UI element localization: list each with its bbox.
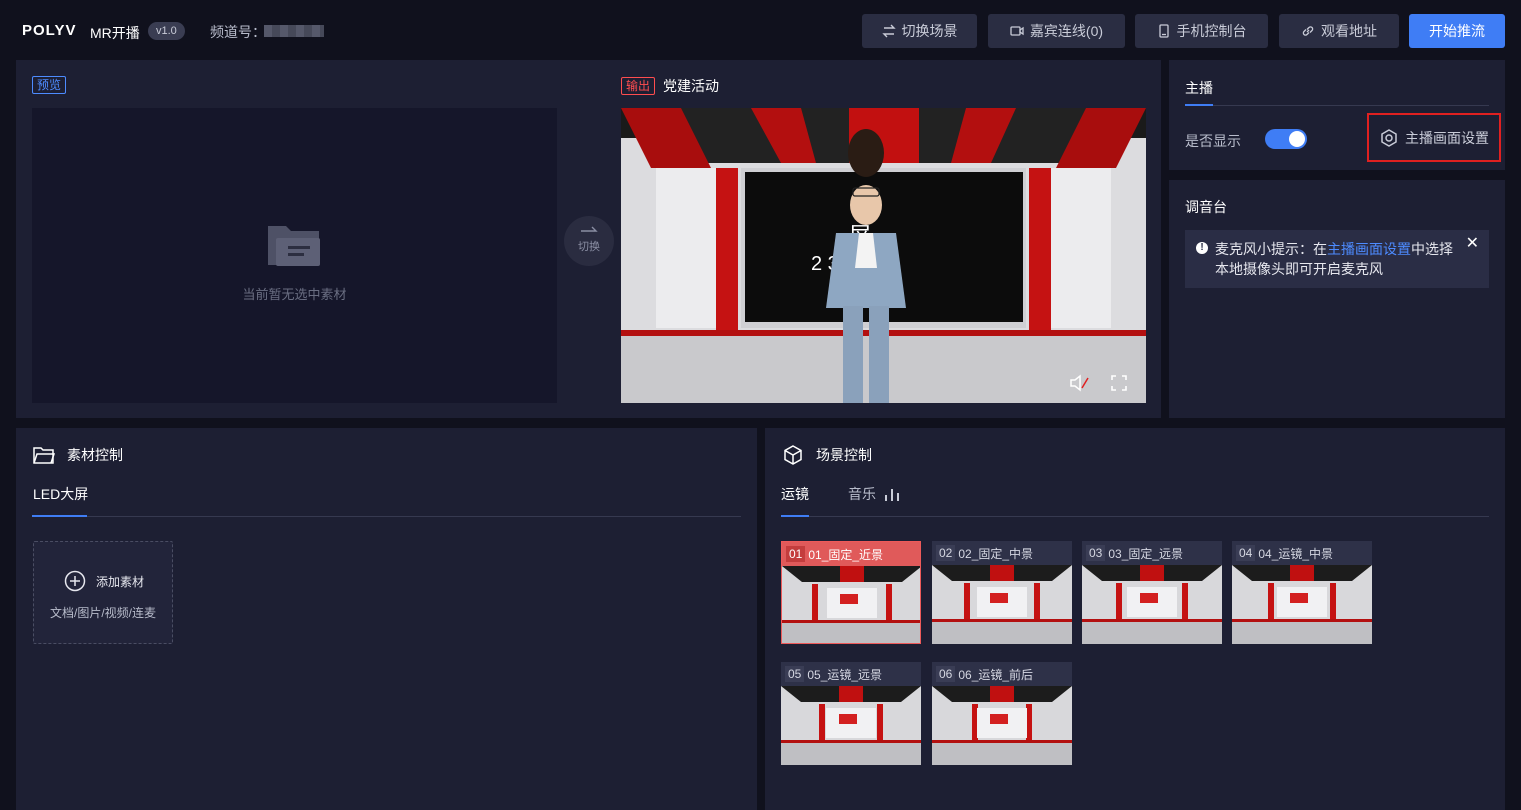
scene-card[interactable]: 05 05_运镜_远景 [781, 662, 921, 765]
tip-line-2: 本地摄像头即可开启麦克风 [1215, 261, 1383, 277]
hexagon-settings-icon [1381, 128, 1397, 147]
scene-number: 01 [786, 546, 806, 562]
scene-label: 05 05_运镜_远景 [781, 662, 921, 686]
scene-name: 06_运镜_前后 [958, 667, 1034, 682]
phone-icon [1158, 24, 1169, 38]
tab-music-label: 音乐 [848, 486, 876, 502]
output-tag: 输出 [621, 77, 656, 95]
scene-number: 06 [936, 666, 956, 682]
guest-link-button[interactable]: 嘉宾连线(0) [988, 14, 1125, 48]
scene-label: 04 04_运镜_中景 [1232, 541, 1372, 565]
anchor-tab[interactable]: 主播 [1185, 78, 1213, 98]
mixer-title: 调音台 [1185, 199, 1227, 215]
output-title: 党建活动 [663, 78, 720, 94]
scene-thumbnail [1232, 565, 1372, 644]
plus-circle-icon [64, 570, 86, 592]
arrow-right-icon [581, 226, 598, 232]
scene-number: 05 [785, 666, 805, 682]
tip-settings-link[interactable]: 主播画面设置 [1327, 241, 1411, 257]
scene-thumbnail [782, 566, 920, 643]
scene-name: 05_运镜_远景 [807, 667, 883, 682]
scene-card[interactable]: 02 02_固定_中景 [932, 541, 1072, 644]
material-tab-underline [32, 515, 87, 517]
scene-card[interactable]: 06 06_运镜_前后 [932, 662, 1072, 765]
watch-url-label: 观看地址 [1321, 23, 1377, 39]
show-label: 是否显示 [1185, 133, 1241, 149]
add-material-hint: 文档/图片/视频/连麦 [49, 606, 156, 620]
scene-tab-underline [781, 515, 809, 517]
tab-music[interactable]: 音乐 [848, 484, 902, 504]
fullscreen-icon[interactable] [1111, 375, 1127, 391]
scene-card[interactable]: 01 01_固定_近景 [781, 541, 921, 644]
scene-tab-divider [781, 516, 1489, 517]
tab-led-screen[interactable]: LED大屏 [33, 484, 88, 504]
muted-speaker-icon[interactable] [1069, 374, 1089, 392]
anchor-settings-label: 主播画面设置 [1405, 129, 1489, 146]
output-video[interactable]: 屏 2 30 [621, 108, 1146, 403]
material-title: 素材控制 [67, 447, 123, 463]
add-material-label: 添加素材 [96, 574, 145, 589]
version-badge: v1.0 [148, 22, 185, 40]
switch-button[interactable]: 切换 [564, 216, 614, 266]
link-icon [1302, 26, 1314, 36]
app-name: MR开播 [90, 25, 140, 41]
anchor-settings-button[interactable]: 主播画面设置 [1367, 113, 1501, 162]
top-header: POLYV MR开播 v1.0 频道号： 切换场景 嘉宾连线(0) 手机控制台 … [0, 0, 1521, 60]
show-toggle[interactable] [1265, 129, 1307, 149]
tab-camera-move[interactable]: 运镜 [781, 484, 809, 504]
scene-name: 01_固定_近景 [808, 547, 884, 562]
tip-line-1: 麦克风小提示：在主播画面设置中选择 [1215, 241, 1453, 257]
scene-number: 03 [1086, 545, 1106, 561]
video-camera-icon [1010, 26, 1024, 36]
folder-open-icon [33, 447, 55, 464]
guest-link-label: 嘉宾连线(0) [1029, 23, 1104, 39]
scene-thumbnail [1082, 565, 1222, 644]
scene-name: 04_运镜_中景 [1258, 546, 1334, 561]
info-icon: ! [1196, 242, 1208, 254]
anchor-tab-divider [1185, 105, 1489, 106]
mobile-console-button[interactable]: 手机控制台 [1135, 14, 1268, 48]
scene-thumbnail [932, 686, 1072, 765]
add-material-button[interactable]: 添加素材 文档/图片/视频/连麦 [33, 541, 173, 644]
scene-name: 02_固定_中景 [958, 546, 1034, 561]
close-icon[interactable]: ✕ [1466, 234, 1479, 254]
channel-label: 频道号： [210, 24, 266, 40]
scene-number: 04 [1236, 545, 1256, 561]
switch-scene-label: 切换场景 [901, 23, 958, 39]
scene-label: 03 03_固定_远景 [1082, 541, 1222, 565]
watch-url-button[interactable]: 观看地址 [1279, 14, 1399, 48]
mobile-console-label: 手机控制台 [1176, 23, 1247, 39]
start-stream-button[interactable]: 开始推流 [1409, 14, 1505, 48]
preview-tag: 预览 [32, 76, 67, 94]
scene-card[interactable]: 04 04_运镜_中景 [1232, 541, 1372, 644]
empty-material-text: 当前暂无选中素材 [242, 287, 347, 302]
scene-label: 02 02_固定_中景 [932, 541, 1072, 565]
preview-header: 预览 [32, 76, 67, 94]
anchor-tab-underline [1185, 104, 1213, 106]
switch-scene-button[interactable]: 切换场景 [862, 14, 977, 48]
scene-card[interactable]: 03 03_固定_远景 [1082, 541, 1222, 644]
folder-icon [268, 226, 320, 266]
output-header: 输出 党建活动 [621, 76, 719, 96]
switch-label: 切换 [578, 241, 600, 253]
cube-icon [784, 445, 802, 465]
scene-name: 03_固定_远景 [1108, 546, 1184, 561]
mic-tip: ! 麦克风小提示：在主播画面设置中选择 本地摄像头即可开启麦克风 ✕ [1185, 230, 1489, 288]
scene-label: 01 01_固定_近景 [782, 542, 920, 566]
scene-title-row: 场景控制 [782, 444, 872, 466]
polyv-logo: POLYV [22, 22, 77, 39]
scene-number: 02 [936, 545, 956, 561]
studio-scene-image: 屏 2 30 [621, 108, 1146, 403]
start-stream-label: 开始推流 [1429, 23, 1485, 39]
preview-area[interactable]: 当前暂无选中素材 [32, 108, 557, 403]
swap-icon [881, 24, 896, 38]
scene-label: 06 06_运镜_前后 [932, 662, 1072, 686]
material-title-row: 素材控制 [33, 445, 123, 465]
scene-thumbnail [932, 565, 1072, 644]
scene-title: 场景控制 [816, 447, 872, 463]
scene-thumbnail [781, 686, 921, 765]
material-tab-divider [32, 516, 741, 517]
audio-bars-icon [885, 489, 899, 501]
channel-number-masked [264, 25, 324, 37]
